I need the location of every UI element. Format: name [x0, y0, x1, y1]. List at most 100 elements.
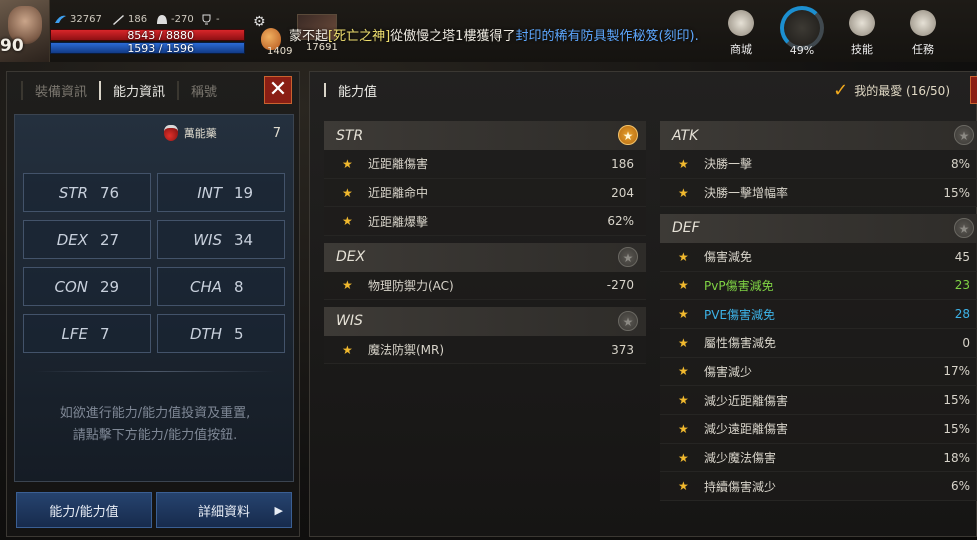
stat-row[interactable]: ★ 物理防禦力(AC) -270 [324, 271, 646, 301]
stat-row-value: 45 [954, 249, 970, 264]
stat-row-label: 物理防禦力(AC) [368, 278, 454, 293]
gear-icon[interactable]: ⚙ [253, 14, 266, 30]
star-icon[interactable]: ★ [678, 278, 692, 292]
star-icon[interactable]: ★ [678, 250, 692, 264]
star-icon[interactable]: ★ [342, 278, 356, 292]
stat-row-value: 18% [943, 450, 970, 465]
stat-value: 76 [100, 183, 120, 202]
section-atk: ATK ★ ★ 決勝一擊 8% ★ 決勝一擊增幅率 15% [660, 121, 977, 208]
section-title: DEX [336, 249, 366, 266]
section-title: DEF [672, 220, 700, 237]
star-icon[interactable]: ★ [678, 479, 692, 493]
favorite-star-icon[interactable]: ★ [954, 125, 974, 145]
star-icon[interactable]: ★ [678, 186, 692, 200]
quest-button[interactable]: 任務 [901, 8, 945, 57]
stat-row[interactable]: ★ 減少遠距離傷害 15% [660, 415, 977, 444]
stat-lfe[interactable]: LFE 7 [23, 314, 151, 353]
mp-text: 1593 / 1596 [127, 42, 194, 55]
stat-row-value: 62% [607, 214, 634, 229]
currency-stat: 32767 [54, 14, 102, 25]
favorite-star-icon[interactable]: ★ [954, 217, 974, 238]
stat-value: 29 [100, 277, 120, 296]
stat-row[interactable]: ★ 減少近距離傷害 15% [660, 386, 977, 416]
stat-row[interactable]: ★ 持續傷害減少 6% [660, 472, 977, 502]
stat-cha[interactable]: CHA 8 [157, 267, 285, 306]
hint-line-1: 如欲進行能力/能力值投資及重置, [59, 406, 251, 421]
section-title: WIS [336, 313, 363, 330]
stat-row[interactable]: ★ PvP傷害減免 23 [660, 271, 977, 301]
tab-ability[interactable]: 能力資訊 [99, 80, 177, 100]
top-hud: 90 32767 186 -270 - 8543 / 8880 1593 / 1… [0, 0, 977, 62]
star-icon[interactable]: ★ [678, 422, 692, 436]
skill-button[interactable]: 技能 [840, 8, 884, 57]
shop-button[interactable]: 商城 [719, 8, 763, 57]
stat-row[interactable]: ★ 決勝一擊 8% [660, 150, 977, 179]
shop-label: 商城 [730, 43, 752, 56]
detail-button[interactable]: 詳細資料 ▶ [156, 492, 292, 528]
close-button[interactable]: ✕ [264, 76, 292, 104]
section-header: DEX ★ [324, 242, 646, 272]
section-wis: WIS ★ ★ 魔法防禦(MR) 373 [324, 306, 646, 365]
stat-row[interactable]: ★ 近距離命中 204 [324, 178, 646, 208]
section-header: STR ★ [324, 121, 646, 150]
star-icon[interactable]: ★ [342, 186, 356, 200]
trophy-icon [200, 14, 213, 25]
stat-row-value: 373 [611, 342, 634, 357]
stat-value: 7 [100, 324, 110, 343]
elixir-icon [163, 125, 178, 141]
ability-values-panel: 能力值 ✓ 我的最愛 (16/50) STR ★ ★ 近距離傷害 186 ★ 近距離命中 20… [309, 71, 977, 537]
ability-button[interactable]: 能力/能力值 [16, 492, 152, 528]
stat-dex[interactable]: DEX 27 [23, 220, 151, 259]
stat-row-label: 屬性傷害減免 [704, 336, 777, 351]
stat-row[interactable]: ★ 屬性傷害減免 0 [660, 328, 977, 358]
stat-row[interactable]: ★ 減少魔法傷害 18% [660, 443, 977, 473]
stat-name: STR [58, 183, 88, 202]
chat-player: [死亡之神] [328, 29, 391, 44]
stat-dth[interactable]: DTH 5 [157, 314, 285, 353]
stat-row-value: 0 [962, 335, 970, 350]
stat-int[interactable]: INT 19 [157, 173, 285, 212]
tab-equipment[interactable]: 裝備資訊 [21, 80, 99, 100]
character-level: 90 [0, 36, 24, 56]
stat-name: WIS [193, 230, 222, 249]
stat-row[interactable]: ★ 決勝一擊增幅率 15% [660, 178, 977, 208]
stat-row[interactable]: ★ 魔法防禦(MR) 373 [324, 335, 646, 365]
stat-name: DEX [56, 230, 88, 249]
chat-item-link[interactable]: 封印的稀有防具製作秘笈(刻印). [515, 29, 698, 44]
tab-title[interactable]: 稱號 [177, 80, 229, 100]
stat-row[interactable]: ★ PVE傷害減免 28 [660, 300, 977, 329]
section-dex: DEX ★ ★ 物理防禦力(AC) -270 [324, 242, 646, 301]
stat-row[interactable]: ★ 近距離傷害 186 [324, 150, 646, 179]
stat-row[interactable]: ★ 傷害減免 45 [660, 242, 977, 272]
progress-ring[interactable]: 49% [777, 4, 827, 57]
stat-wis[interactable]: WIS 34 [157, 220, 285, 259]
star-icon[interactable]: ★ [678, 336, 692, 350]
star-icon[interactable]: ★ [678, 393, 692, 407]
stat-row[interactable]: ★ 近距離爆擊 62% [324, 207, 646, 237]
star-icon[interactable]: ★ [678, 307, 692, 321]
close-button-right[interactable] [970, 76, 977, 104]
favorite-star-icon[interactable]: ★ [618, 125, 638, 145]
favorite-star-icon[interactable]: ★ [618, 310, 638, 331]
hp-text: 8543 / 8880 [127, 29, 194, 42]
section-str: STR ★ ★ 近距離傷害 186 ★ 近距離命中 204 ★ 近距離爆擊 62% [324, 121, 646, 237]
stat-name: DTH [190, 324, 222, 343]
system-chat-message: 蒙不起[死亡之神]從傲慢之塔1樓獲得了封印的稀有防具製作秘笈(刻印). [289, 25, 699, 44]
star-icon[interactable]: ★ [678, 364, 692, 378]
favorites-filter[interactable]: ✓ 我的最愛 (16/50) [833, 80, 950, 101]
stat-row-label: 近距離命中 [368, 186, 429, 201]
stat-row-value: 28 [954, 307, 970, 322]
stat-row-value: 23 [954, 278, 970, 293]
stat-con[interactable]: CON 29 [23, 267, 151, 306]
star-icon[interactable]: ★ [342, 343, 356, 357]
star-icon[interactable]: ★ [342, 214, 356, 228]
star-icon[interactable]: ★ [342, 157, 356, 171]
character-portrait[interactable]: 90 [0, 0, 50, 62]
favorite-star-icon[interactable]: ★ [618, 246, 638, 267]
star-icon[interactable]: ★ [678, 451, 692, 465]
stat-row[interactable]: ★ 傷害減少 17% [660, 357, 977, 387]
stat-row-label: 減少魔法傷害 [704, 451, 777, 466]
star-icon[interactable]: ★ [678, 157, 692, 171]
stat-str[interactable]: STR 76 [23, 173, 151, 212]
divider [35, 371, 275, 372]
